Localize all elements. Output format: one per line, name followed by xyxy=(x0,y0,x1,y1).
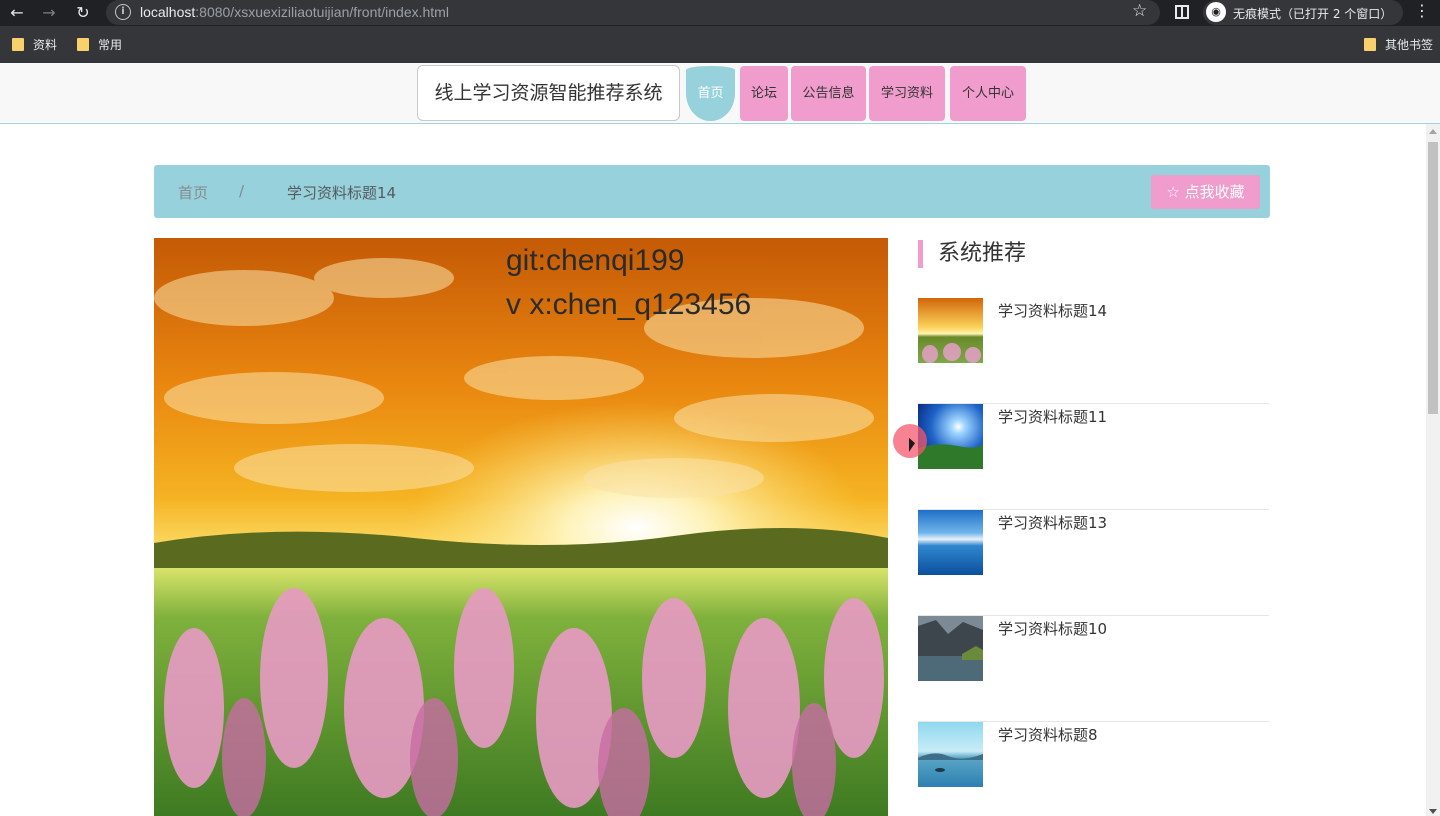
breadcrumb: 首页 / 学习资料标题14 ☆ 点我收藏 xyxy=(154,165,1270,218)
folder-icon xyxy=(77,38,89,51)
mouse-pointer-icon xyxy=(909,437,915,455)
back-arrow-icon[interactable]: ← xyxy=(6,2,28,24)
incognito-icon: ◉ xyxy=(1206,2,1226,22)
recommend-item-label[interactable]: 学习资料标题11 xyxy=(998,406,1107,427)
bookmark-star-icon[interactable]: ☆ xyxy=(1132,1,1147,21)
material-cover-image: git:chenqi199 v x:chen_q123456 xyxy=(154,238,888,816)
bookmarks-bar: 资料 常用 其他书签 xyxy=(0,26,1440,63)
site-info-icon[interactable]: i xyxy=(115,4,131,20)
nav-announcements[interactable]: 公告信息 xyxy=(791,66,866,121)
recommend-thumbnail[interactable] xyxy=(918,722,983,787)
recommend-thumbnail[interactable] xyxy=(918,616,983,681)
site-header: 线上学习资源智能推荐系统 首页 论坛 公告信息 学习资料 个人中心 xyxy=(0,63,1440,124)
browser-menu-icon[interactable]: ⋮ xyxy=(1414,1,1430,20)
breadcrumb-home[interactable]: 首页 xyxy=(178,182,208,203)
nav-personal-center[interactable]: 个人中心 xyxy=(950,66,1026,121)
breadcrumb-current: 学习资料标题14 xyxy=(287,184,397,202)
recommend-item[interactable]: 学习资料标题10 xyxy=(918,616,1269,722)
breadcrumb-separator: / xyxy=(239,182,245,200)
page-scrollbar[interactable] xyxy=(1426,124,1440,816)
bookmark-folder-other[interactable]: 其他书签 xyxy=(1364,36,1433,53)
recommend-item[interactable]: 学习资料标题13 xyxy=(918,510,1269,616)
reload-icon[interactable]: ↻ xyxy=(72,2,94,24)
favorite-button[interactable]: ☆ 点我收藏 xyxy=(1151,175,1260,209)
browser-toolbar: ← → ↻ i localhost:8080/xsxuexiziliaotuij… xyxy=(0,0,1440,26)
scroll-down-icon[interactable] xyxy=(1429,809,1437,814)
incognito-indicator[interactable]: ◉ 无痕模式（已打开 2 个窗口） xyxy=(1203,0,1403,25)
site-title: 线上学习资源智能推荐系统 xyxy=(417,65,680,121)
recommend-item-label[interactable]: 学习资料标题14 xyxy=(998,300,1107,321)
recommend-item-label[interactable]: 学习资料标题13 xyxy=(998,512,1107,533)
nav-study-materials[interactable]: 学习资料 xyxy=(869,66,945,121)
recommend-thumbnail[interactable] xyxy=(918,510,983,575)
scrollbar-thumb[interactable] xyxy=(1428,142,1438,414)
scroll-up-icon[interactable] xyxy=(1429,129,1437,134)
folder-icon xyxy=(12,38,24,51)
recommend-item[interactable]: 学习资料标题8 xyxy=(918,722,1269,816)
forward-arrow-icon[interactable]: → xyxy=(38,2,60,24)
side-panel-icon[interactable] xyxy=(1175,5,1189,19)
incognito-label: 无痕模式（已打开 2 个窗口） xyxy=(1233,7,1393,21)
watermark-wechat: v x:chen_q123456 xyxy=(506,288,752,321)
recommend-item-label[interactable]: 学习资料标题8 xyxy=(998,724,1098,745)
nav-home[interactable]: 首页 xyxy=(686,66,735,121)
recommend-item[interactable]: 学习资料标题11 xyxy=(918,404,1269,510)
bookmark-folder-changyong[interactable]: 常用 xyxy=(77,36,122,53)
url-text: localhost:8080/xsxuexiziliaotuijian/fron… xyxy=(140,4,449,20)
recommend-title: 系统推荐 xyxy=(918,240,1026,268)
bookmark-folder-ziliao[interactable]: 资料 xyxy=(12,36,57,53)
address-bar[interactable]: i localhost:8080/xsxuexiziliaotuijian/fr… xyxy=(106,0,1160,25)
nav-forum[interactable]: 论坛 xyxy=(740,66,788,121)
recommend-thumbnail[interactable] xyxy=(918,298,983,363)
sunset-meadow-illustration xyxy=(154,238,888,816)
watermark-git: git:chenqi199 xyxy=(506,244,685,277)
recommend-item-label[interactable]: 学习资料标题10 xyxy=(998,618,1107,639)
folder-icon xyxy=(1364,38,1376,51)
recommend-thumbnail[interactable] xyxy=(918,404,983,469)
recommend-item[interactable]: 学习资料标题14 xyxy=(918,298,1269,404)
